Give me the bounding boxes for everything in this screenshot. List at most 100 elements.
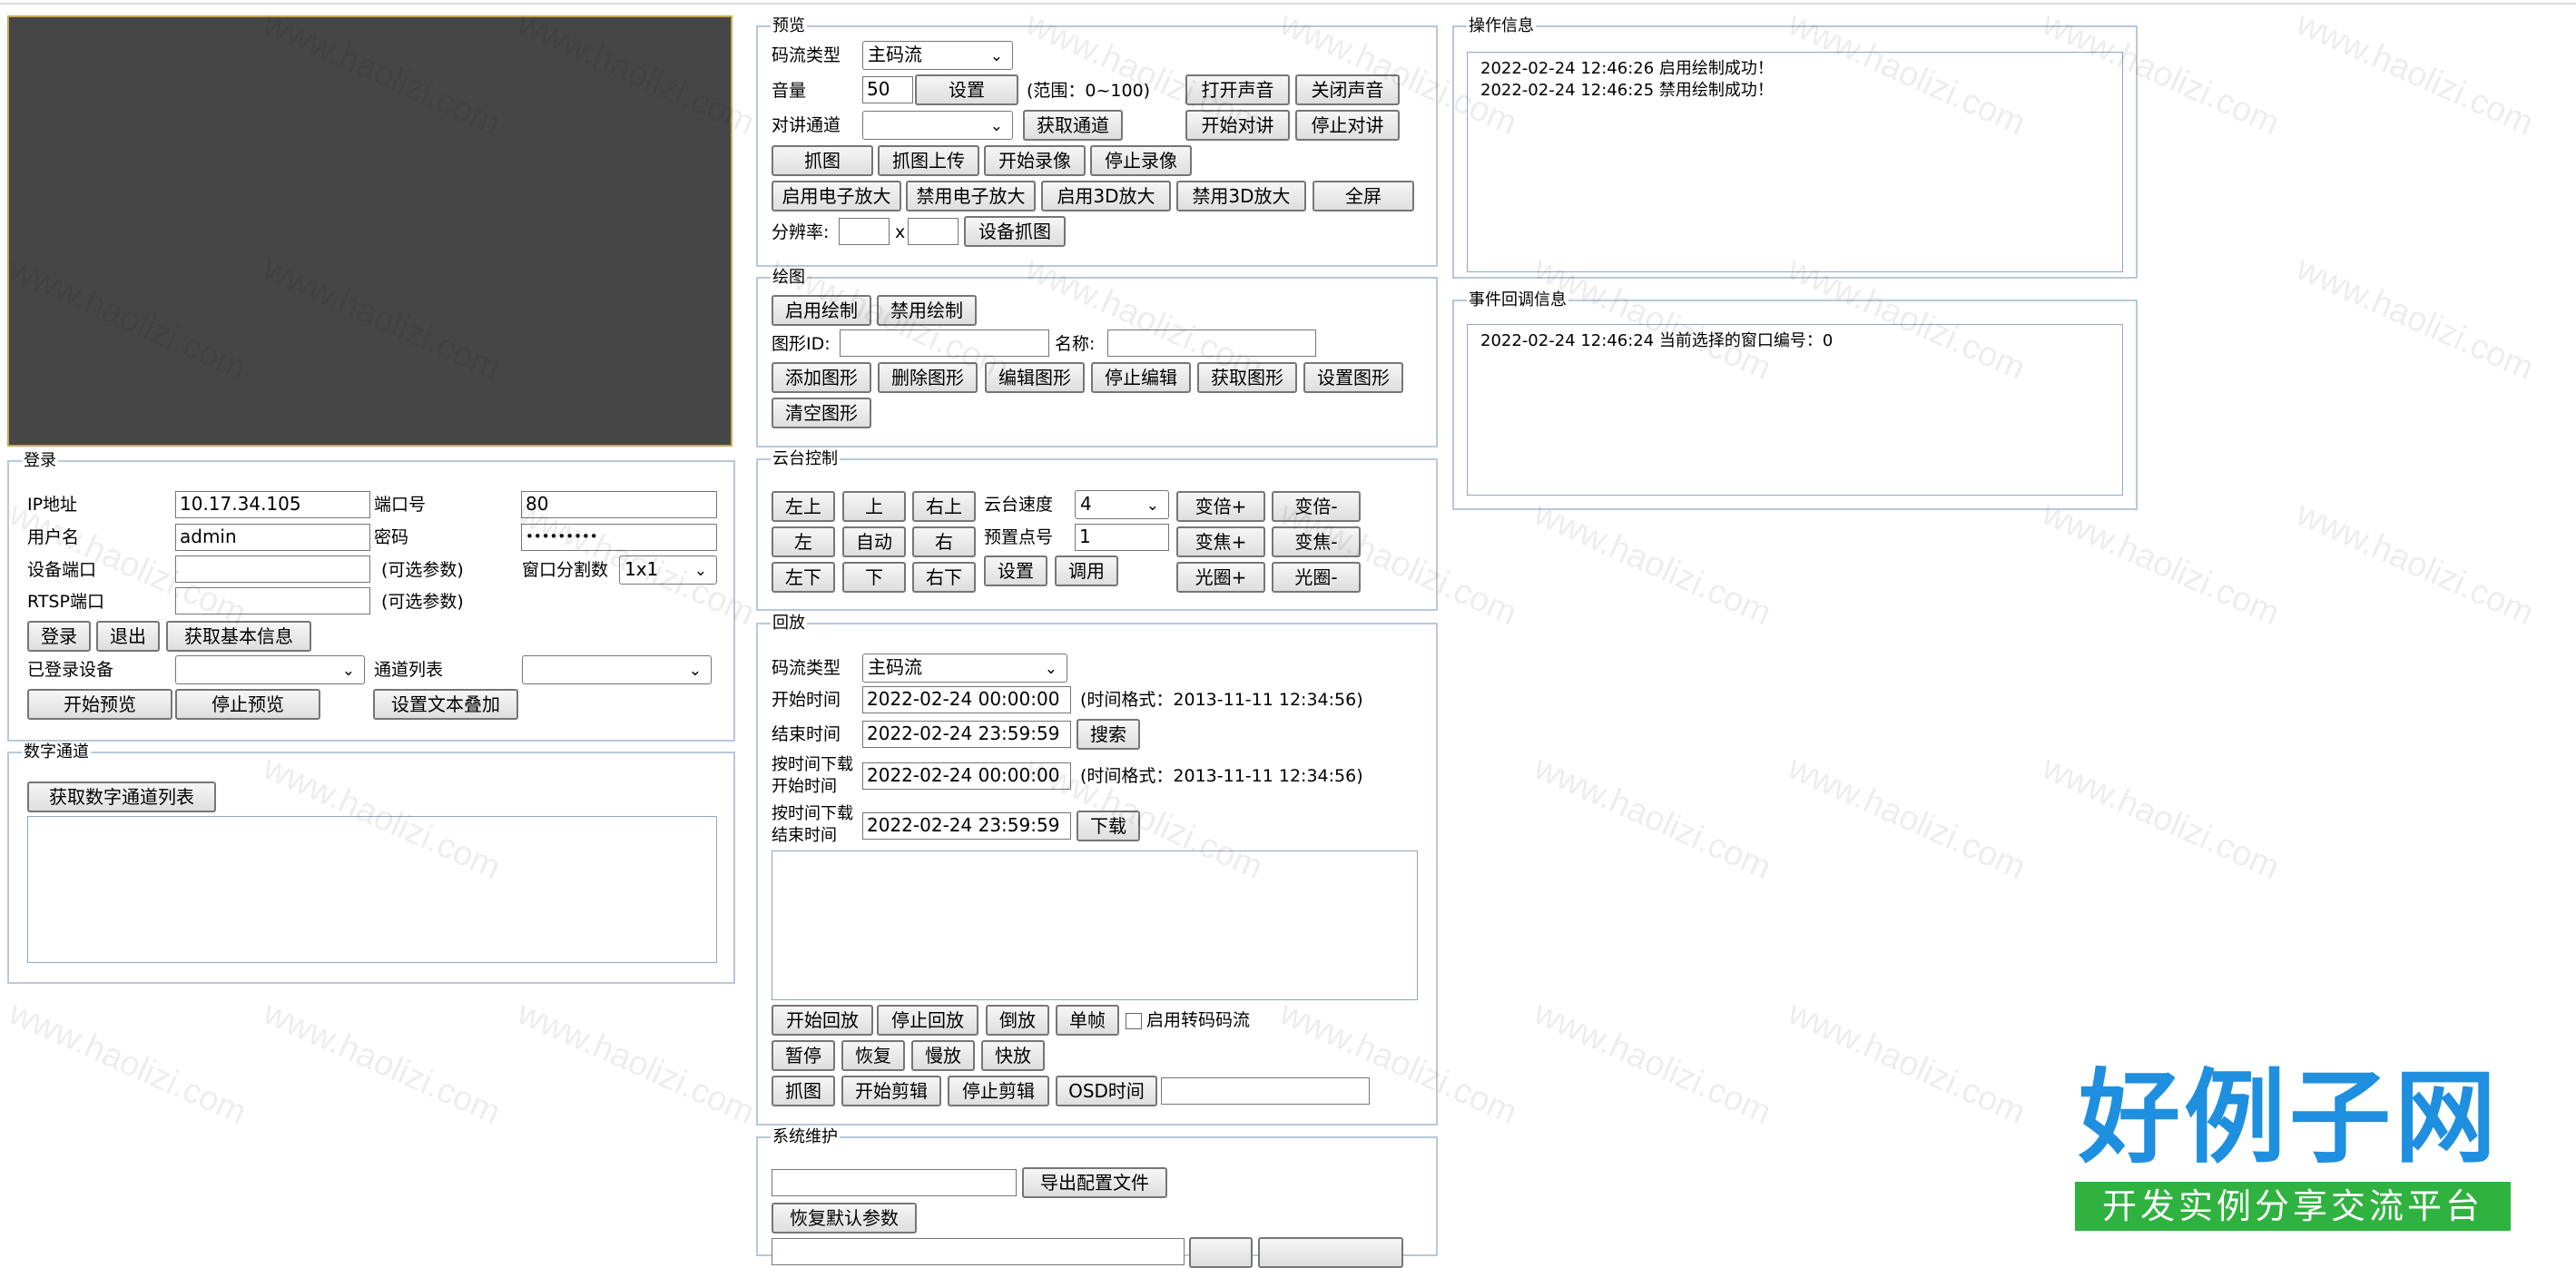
digital-channel-list-area[interactable]	[27, 816, 717, 963]
reverse-play-button[interactable]: 倒放	[986, 1005, 1049, 1036]
preset-set-button[interactable]: 设置	[984, 555, 1047, 586]
fullscreen-button[interactable]: 全屏	[1313, 181, 1414, 211]
set-text-overlay-button[interactable]: 设置文本叠加	[373, 689, 518, 720]
open-sound-button[interactable]: 打开声音	[1185, 74, 1290, 105]
ptz-down-left-button[interactable]: 左下	[772, 562, 835, 593]
resume-button[interactable]: 恢复	[841, 1040, 905, 1071]
download-end-input[interactable]: 2022-02-24 23:59:59	[862, 812, 1071, 840]
preset-input[interactable]: 1	[1075, 524, 1169, 551]
enable-draw-button[interactable]: 启用绘制	[772, 295, 871, 326]
get-shape-button[interactable]: 获取图形	[1197, 362, 1297, 393]
start-time-input[interactable]: 2022-02-24 00:00:00	[862, 686, 1071, 713]
volume-set-button[interactable]: 设置	[915, 74, 1018, 105]
config-file-path-input[interactable]	[772, 1169, 1017, 1196]
ptz-left-button[interactable]: 左	[772, 526, 835, 557]
window-split-select[interactable]: 1x1 ⌄	[619, 555, 717, 585]
get-channel-button[interactable]: 获取通道	[1023, 110, 1123, 141]
download-button[interactable]: 下载	[1077, 811, 1140, 841]
preset-call-button[interactable]: 调用	[1055, 555, 1118, 586]
stop-clip-button[interactable]: 停止剪辑	[948, 1076, 1049, 1106]
disable-draw-button[interactable]: 禁用绘制	[877, 295, 977, 326]
enable-3d-zoom-button[interactable]: 启用3D放大	[1041, 181, 1171, 211]
video-player-window[interactable]	[7, 15, 732, 447]
device-port-input[interactable]	[175, 555, 370, 583]
iris-out-button[interactable]: 光圈-	[1272, 562, 1361, 593]
stop-record-button[interactable]: 停止录像	[1090, 145, 1192, 176]
get-digital-channel-list-button[interactable]: 获取数字通道列表	[27, 781, 216, 812]
osd-time-input[interactable]	[1161, 1077, 1370, 1105]
end-time-input[interactable]: 2022-02-24 23:59:59	[862, 721, 1071, 748]
logged-devices-select[interactable]: ⌄	[175, 655, 365, 684]
ptz-speed-select[interactable]: 4 ⌄	[1075, 490, 1169, 519]
playback-capture-button[interactable]: 抓图	[772, 1076, 835, 1106]
password-input[interactable]: •••••••••	[521, 524, 717, 551]
rtsp-port-input[interactable]	[175, 587, 370, 614]
get-basic-info-button[interactable]: 获取基本信息	[166, 621, 311, 652]
ptz-up-right-button[interactable]: 右上	[912, 491, 976, 522]
talk-channel-select[interactable]: ⌄	[862, 111, 1013, 140]
device-capture-button[interactable]: 设备抓图	[964, 216, 1066, 247]
import-file-input[interactable]	[772, 1238, 1185, 1265]
username-input[interactable]: admin	[175, 524, 370, 551]
single-frame-button[interactable]: 单帧	[1056, 1005, 1119, 1036]
ptz-down-right-button[interactable]: 右下	[912, 562, 976, 593]
shape-name-input[interactable]	[1107, 329, 1316, 357]
export-config-button[interactable]: 导出配置文件	[1022, 1167, 1167, 1198]
zoom-out-button[interactable]: 变倍-	[1272, 491, 1361, 522]
edit-shape-button[interactable]: 编辑图形	[985, 362, 1085, 393]
set-shape-button[interactable]: 设置图形	[1303, 362, 1403, 393]
stop-preview-button[interactable]: 停止预览	[175, 689, 320, 720]
start-playback-button[interactable]: 开始回放	[772, 1005, 873, 1036]
volume-input[interactable]: 50	[862, 76, 913, 103]
download-start-input[interactable]: 2022-02-24 00:00:00	[862, 762, 1071, 790]
start-clip-button[interactable]: 开始剪辑	[841, 1076, 941, 1106]
operation-log-area[interactable]: 2022-02-24 12:46:26 启用绘制成功！ 2022-02-24 1…	[1467, 52, 2123, 272]
start-record-button[interactable]: 开始录像	[984, 145, 1086, 176]
start-preview-button[interactable]: 开始预览	[27, 689, 172, 720]
osd-time-button[interactable]: OSD时间	[1056, 1076, 1157, 1106]
iris-in-button[interactable]: 光圈+	[1176, 562, 1265, 593]
shape-id-input[interactable]	[840, 329, 1049, 357]
login-button[interactable]: 登录	[27, 621, 91, 652]
playback-stream-select[interactable]: 主码流 ⌄	[862, 654, 1067, 683]
ptz-right-button[interactable]: 右	[912, 526, 976, 557]
clear-shape-button[interactable]: 清空图形	[772, 398, 871, 428]
transcode-checkbox[interactable]	[1126, 1013, 1142, 1029]
ip-input[interactable]: 10.17.34.105	[175, 491, 370, 518]
delete-shape-button[interactable]: 删除图形	[878, 362, 978, 393]
disable-3d-zoom-button[interactable]: 禁用3D放大	[1176, 181, 1306, 211]
start-talk-button[interactable]: 开始对讲	[1185, 110, 1290, 141]
resolution-height-input[interactable]	[908, 218, 959, 245]
restore-defaults-button[interactable]: 恢复默认参数	[772, 1203, 917, 1234]
add-shape-button[interactable]: 添加图形	[772, 362, 871, 393]
stop-talk-button[interactable]: 停止对讲	[1295, 110, 1400, 141]
zoom-in-button[interactable]: 变倍+	[1176, 491, 1265, 522]
import-config-button[interactable]	[1258, 1237, 1403, 1268]
capture-upload-button[interactable]: 抓图上传	[878, 145, 979, 176]
talk-channel-label: 对讲通道	[772, 115, 841, 135]
search-button[interactable]: 搜索	[1077, 719, 1140, 750]
ptz-up-left-button[interactable]: 左上	[772, 491, 835, 522]
event-log-area[interactable]: 2022-02-24 12:46:24 当前选择的窗口编号：0	[1467, 324, 2123, 496]
port-input[interactable]: 80	[521, 491, 717, 518]
pause-button[interactable]: 暂停	[772, 1040, 835, 1071]
capture-button[interactable]: 抓图	[772, 145, 873, 176]
playback-record-list[interactable]	[772, 850, 1418, 1000]
resolution-width-input[interactable]	[839, 218, 890, 245]
disable-ezoom-button[interactable]: 禁用电子放大	[906, 181, 1036, 211]
channel-list-select[interactable]: ⌄	[522, 655, 712, 684]
browse-button[interactable]	[1189, 1237, 1253, 1268]
stop-edit-button[interactable]: 停止编辑	[1091, 362, 1191, 393]
slow-button[interactable]: 慢放	[911, 1040, 975, 1071]
stream-type-select[interactable]: 主码流 ⌄	[862, 41, 1013, 70]
focus-in-button[interactable]: 变焦+	[1176, 526, 1265, 557]
ptz-auto-button[interactable]: 自动	[842, 526, 906, 557]
focus-out-button[interactable]: 变焦-	[1272, 526, 1361, 557]
close-sound-button[interactable]: 关闭声音	[1295, 74, 1400, 105]
fast-button[interactable]: 快放	[981, 1040, 1045, 1071]
enable-ezoom-button[interactable]: 启用电子放大	[772, 181, 901, 211]
logout-button[interactable]: 退出	[96, 621, 160, 652]
stop-playback-button[interactable]: 停止回放	[877, 1005, 978, 1036]
ptz-up-button[interactable]: 上	[842, 491, 906, 522]
ptz-down-button[interactable]: 下	[842, 562, 906, 593]
